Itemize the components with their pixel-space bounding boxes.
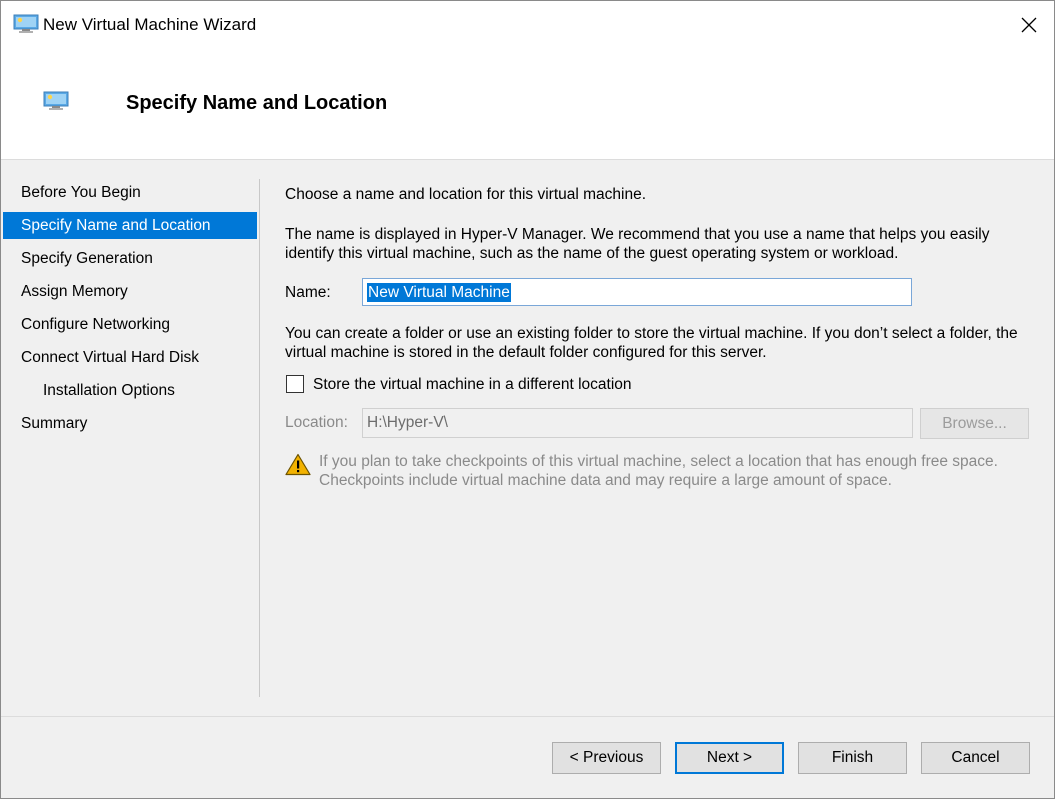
- previous-button[interactable]: < Previous: [552, 742, 661, 774]
- store-location-checkbox[interactable]: [286, 375, 304, 393]
- checkpoint-warning-text: If you plan to take checkpoints of this …: [319, 453, 998, 489]
- location-label: Location:: [285, 414, 348, 431]
- location-input-value: H:\Hyper-V\: [367, 414, 448, 431]
- next-button[interactable]: Next >: [675, 742, 784, 774]
- monitor-icon: [13, 14, 39, 39]
- wizard-header: Specify Name and Location: [1, 49, 1054, 160]
- name-input[interactable]: New Virtual Machine: [362, 278, 912, 306]
- finish-button[interactable]: Finish: [798, 742, 907, 774]
- nav-step-configure-networking[interactable]: Configure Networking: [3, 311, 257, 338]
- wizard-window: New Virtual Machine Wizard Specify Name …: [0, 0, 1055, 799]
- footer-divider: [1, 716, 1054, 717]
- intro-text: Choose a name and location for this virt…: [285, 186, 647, 203]
- page-title: Specify Name and Location: [126, 92, 388, 114]
- window-title: New Virtual Machine Wizard: [43, 15, 257, 34]
- close-icon: [1021, 17, 1037, 33]
- browse-button[interactable]: Browse...: [920, 408, 1029, 439]
- nav-divider: [259, 179, 260, 697]
- title-bar: New Virtual Machine Wizard: [1, 1, 1054, 49]
- nav-step-summary[interactable]: Summary: [3, 410, 257, 437]
- cancel-button[interactable]: Cancel: [921, 742, 1030, 774]
- store-location-checkbox-label[interactable]: Store the virtual machine in a different…: [313, 376, 632, 394]
- nav-step-connect-vhd[interactable]: Connect Virtual Hard Disk: [3, 344, 257, 371]
- nav-step-assign-memory[interactable]: Assign Memory: [3, 278, 257, 305]
- folder-info-text: You can create a folder or use an existi…: [285, 325, 1018, 361]
- name-label: Name:: [285, 284, 331, 301]
- nav-step-specify-name-location[interactable]: Specify Name and Location: [3, 212, 257, 239]
- location-input[interactable]: H:\Hyper-V\: [362, 408, 913, 438]
- description-text: The name is displayed in Hyper-V Manager…: [285, 226, 990, 262]
- name-input-value: New Virtual Machine: [367, 283, 511, 302]
- nav-step-installation-options[interactable]: Installation Options: [3, 377, 257, 404]
- monitor-icon: [43, 91, 69, 116]
- nav-step-before-you-begin[interactable]: Before You Begin: [3, 179, 257, 206]
- nav-step-specify-generation[interactable]: Specify Generation: [3, 245, 257, 272]
- warning-icon: [285, 453, 311, 481]
- close-button[interactable]: [1004, 1, 1054, 49]
